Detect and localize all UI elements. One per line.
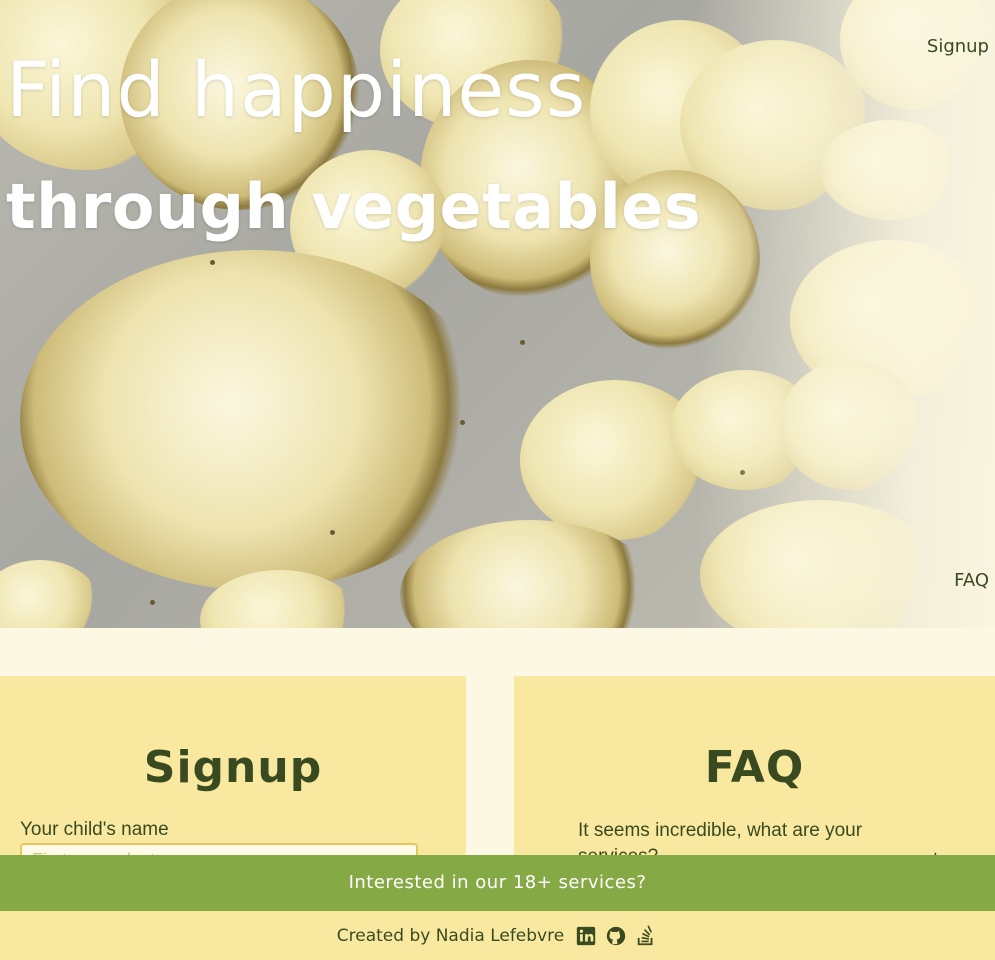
signup-title: Signup xyxy=(143,742,323,793)
nav-faq-link[interactable]: FAQ xyxy=(954,570,989,591)
linkedin-icon[interactable] xyxy=(574,924,598,948)
stackoverflow-icon[interactable] xyxy=(634,924,658,948)
github-icon[interactable] xyxy=(604,924,628,948)
nav-signup-link[interactable]: Signup xyxy=(927,36,989,57)
hero-title: Find happiness xyxy=(6,45,587,134)
hero-subtitle: through vegetables xyxy=(6,170,702,243)
promo-banner[interactable]: Interested in our 18+ services? xyxy=(0,855,995,911)
hero-banner: Find happiness through vegetables Signup… xyxy=(0,0,995,628)
faq-title: FAQ xyxy=(704,742,805,793)
child-name-label: Your child's name xyxy=(20,819,169,840)
footer: Created by Nadia Lefebvre xyxy=(0,911,995,960)
footer-credit: Created by Nadia Lefebvre xyxy=(336,925,565,946)
